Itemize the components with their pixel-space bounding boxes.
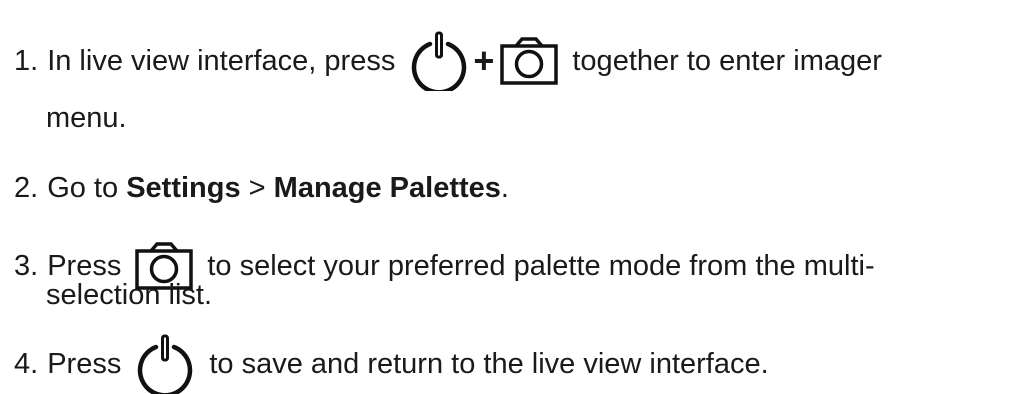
- step-2-number: 2.: [14, 172, 39, 204]
- step-1-text-after: together to enter imager: [572, 45, 882, 77]
- step-3-text-after: to select your preferred palette mode fr…: [207, 250, 875, 282]
- step-3-continuation: selection list.: [46, 278, 212, 312]
- step-2: 2. Go to Settings > Manage Palettes .: [14, 171, 509, 205]
- step-1-continuation: menu.: [46, 101, 127, 135]
- step-3-continuation-text: selection list.: [46, 279, 213, 311]
- step-1-number: 1.: [14, 45, 39, 77]
- power-icon: [409, 31, 469, 91]
- step-4-text-before: Press: [47, 348, 122, 380]
- manage-palettes-label: Manage Palettes: [273, 172, 501, 204]
- step-1-text-before: In live view interface, press: [47, 45, 396, 77]
- step-1-plus: +: [473, 40, 495, 81]
- step-4-text-after: to save and return to the live view inte…: [209, 348, 769, 380]
- step-2-separator: >: [248, 172, 266, 204]
- step-3-number: 3.: [14, 250, 39, 282]
- power-icon: [135, 334, 195, 394]
- camera-icon: [500, 36, 559, 86]
- step-4: 4. Press to save and return to the live …: [14, 334, 769, 394]
- step-4-number: 4.: [14, 348, 39, 380]
- instruction-steps: 1. In live view interface, press + toget…: [0, 0, 1019, 394]
- settings-label: Settings: [126, 172, 241, 204]
- step-2-text-after: .: [500, 172, 509, 204]
- step-2-text-before: Go to: [47, 172, 119, 204]
- step-1: 1. In live view interface, press + toget…: [14, 31, 882, 91]
- step-1-continuation-text: menu.: [46, 102, 127, 134]
